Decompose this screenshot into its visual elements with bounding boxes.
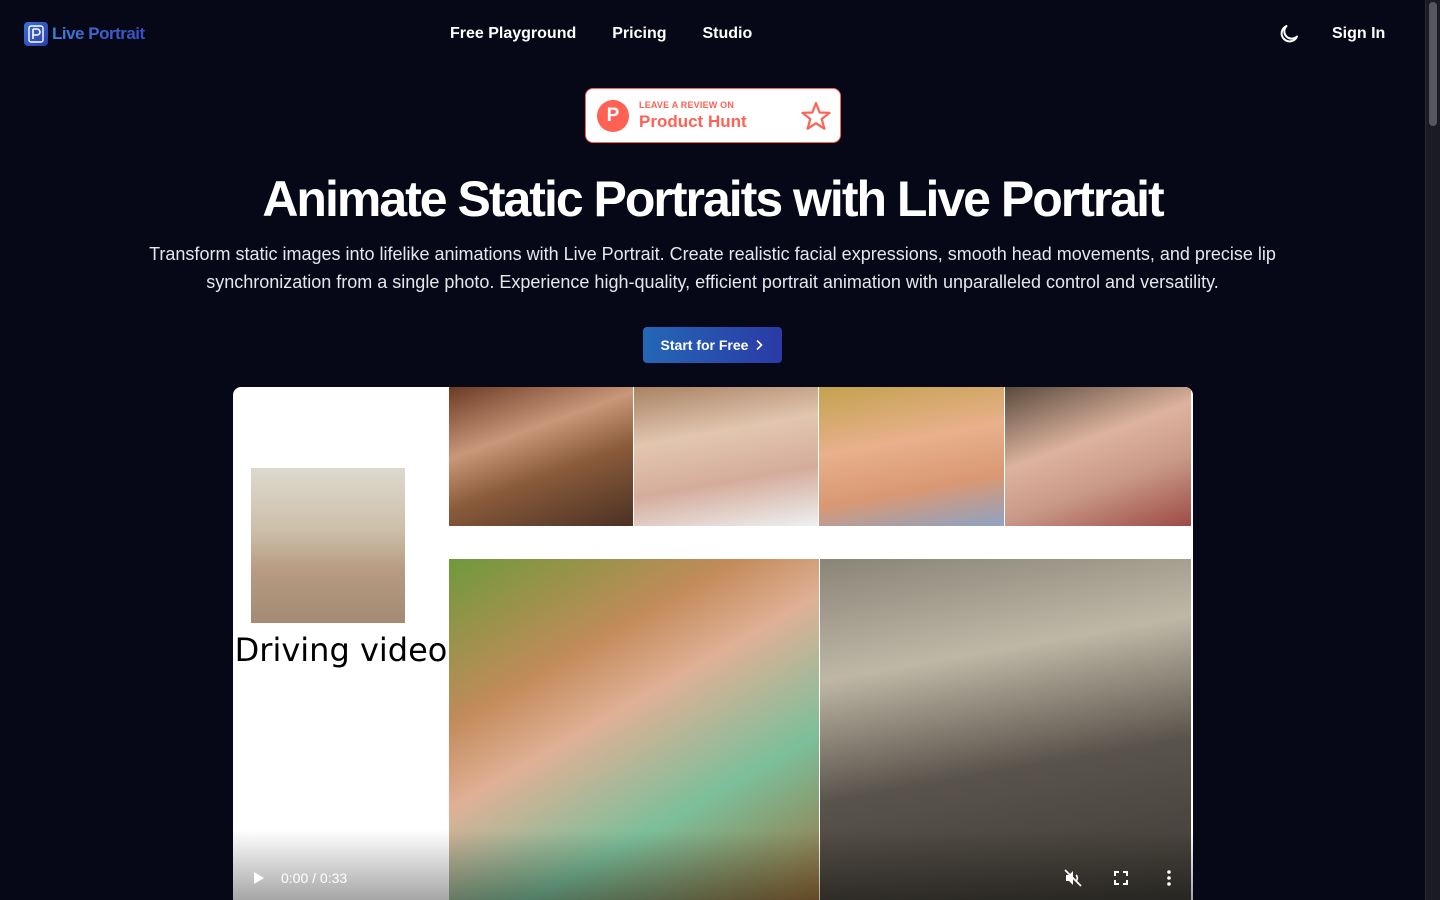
video-controls: 0:00 / 0:33 [233,830,1193,900]
driving-video-photo [251,468,405,623]
fullscreen-icon[interactable] [1111,868,1131,888]
product-hunt-logo: P [597,99,629,132]
logo-text: Live Portrait [52,24,145,43]
portrait-photo [1005,387,1191,526]
product-hunt-logo-letter: P [606,104,620,126]
demo-video[interactable]: Driving video 0:00 / 0:33 [233,387,1193,900]
nav-free-playground[interactable]: Free Playground [450,24,576,44]
scrollbar-thumb[interactable] [1429,2,1437,126]
page-scrollbar[interactable] [1425,0,1440,900]
nav-studio[interactable]: Studio [702,24,752,44]
main-nav: Free Playground Pricing Studio [450,24,752,44]
portrait-photo [819,387,1004,526]
video-time: 0:00 / 0:33 [281,870,348,886]
more-options-icon[interactable] [1159,868,1179,888]
play-icon[interactable] [249,869,267,887]
portrait-photo [634,387,818,526]
page-title: Animate Static Portraits with Live Portr… [262,171,1164,227]
moon-icon[interactable] [1277,22,1301,46]
logo-link[interactable]: Live Portrait [24,22,145,46]
product-hunt-badge[interactable]: P LEAVE A REVIEW ON Product Hunt [585,88,841,143]
driving-video-label: Driving video [234,631,448,669]
badge-text: LEAVE A REVIEW ON Product Hunt [639,100,747,132]
badge-big-text: Product Hunt [639,111,747,131]
mute-icon[interactable] [1063,868,1083,888]
cta-label: Start for Free [660,337,749,353]
badge-small-text: LEAVE A REVIEW ON [639,99,735,110]
hero-subtitle: Transform static images into lifelike an… [149,244,1276,292]
start-for-free-button[interactable]: Start for Free [643,327,782,363]
portrait-photo [449,387,633,526]
chevron-right-icon [756,339,764,351]
logo-icon [24,22,48,46]
star-icon [800,101,832,131]
nav-pricing[interactable]: Pricing [612,24,666,44]
sign-in-button[interactable]: Sign In [1332,24,1385,44]
